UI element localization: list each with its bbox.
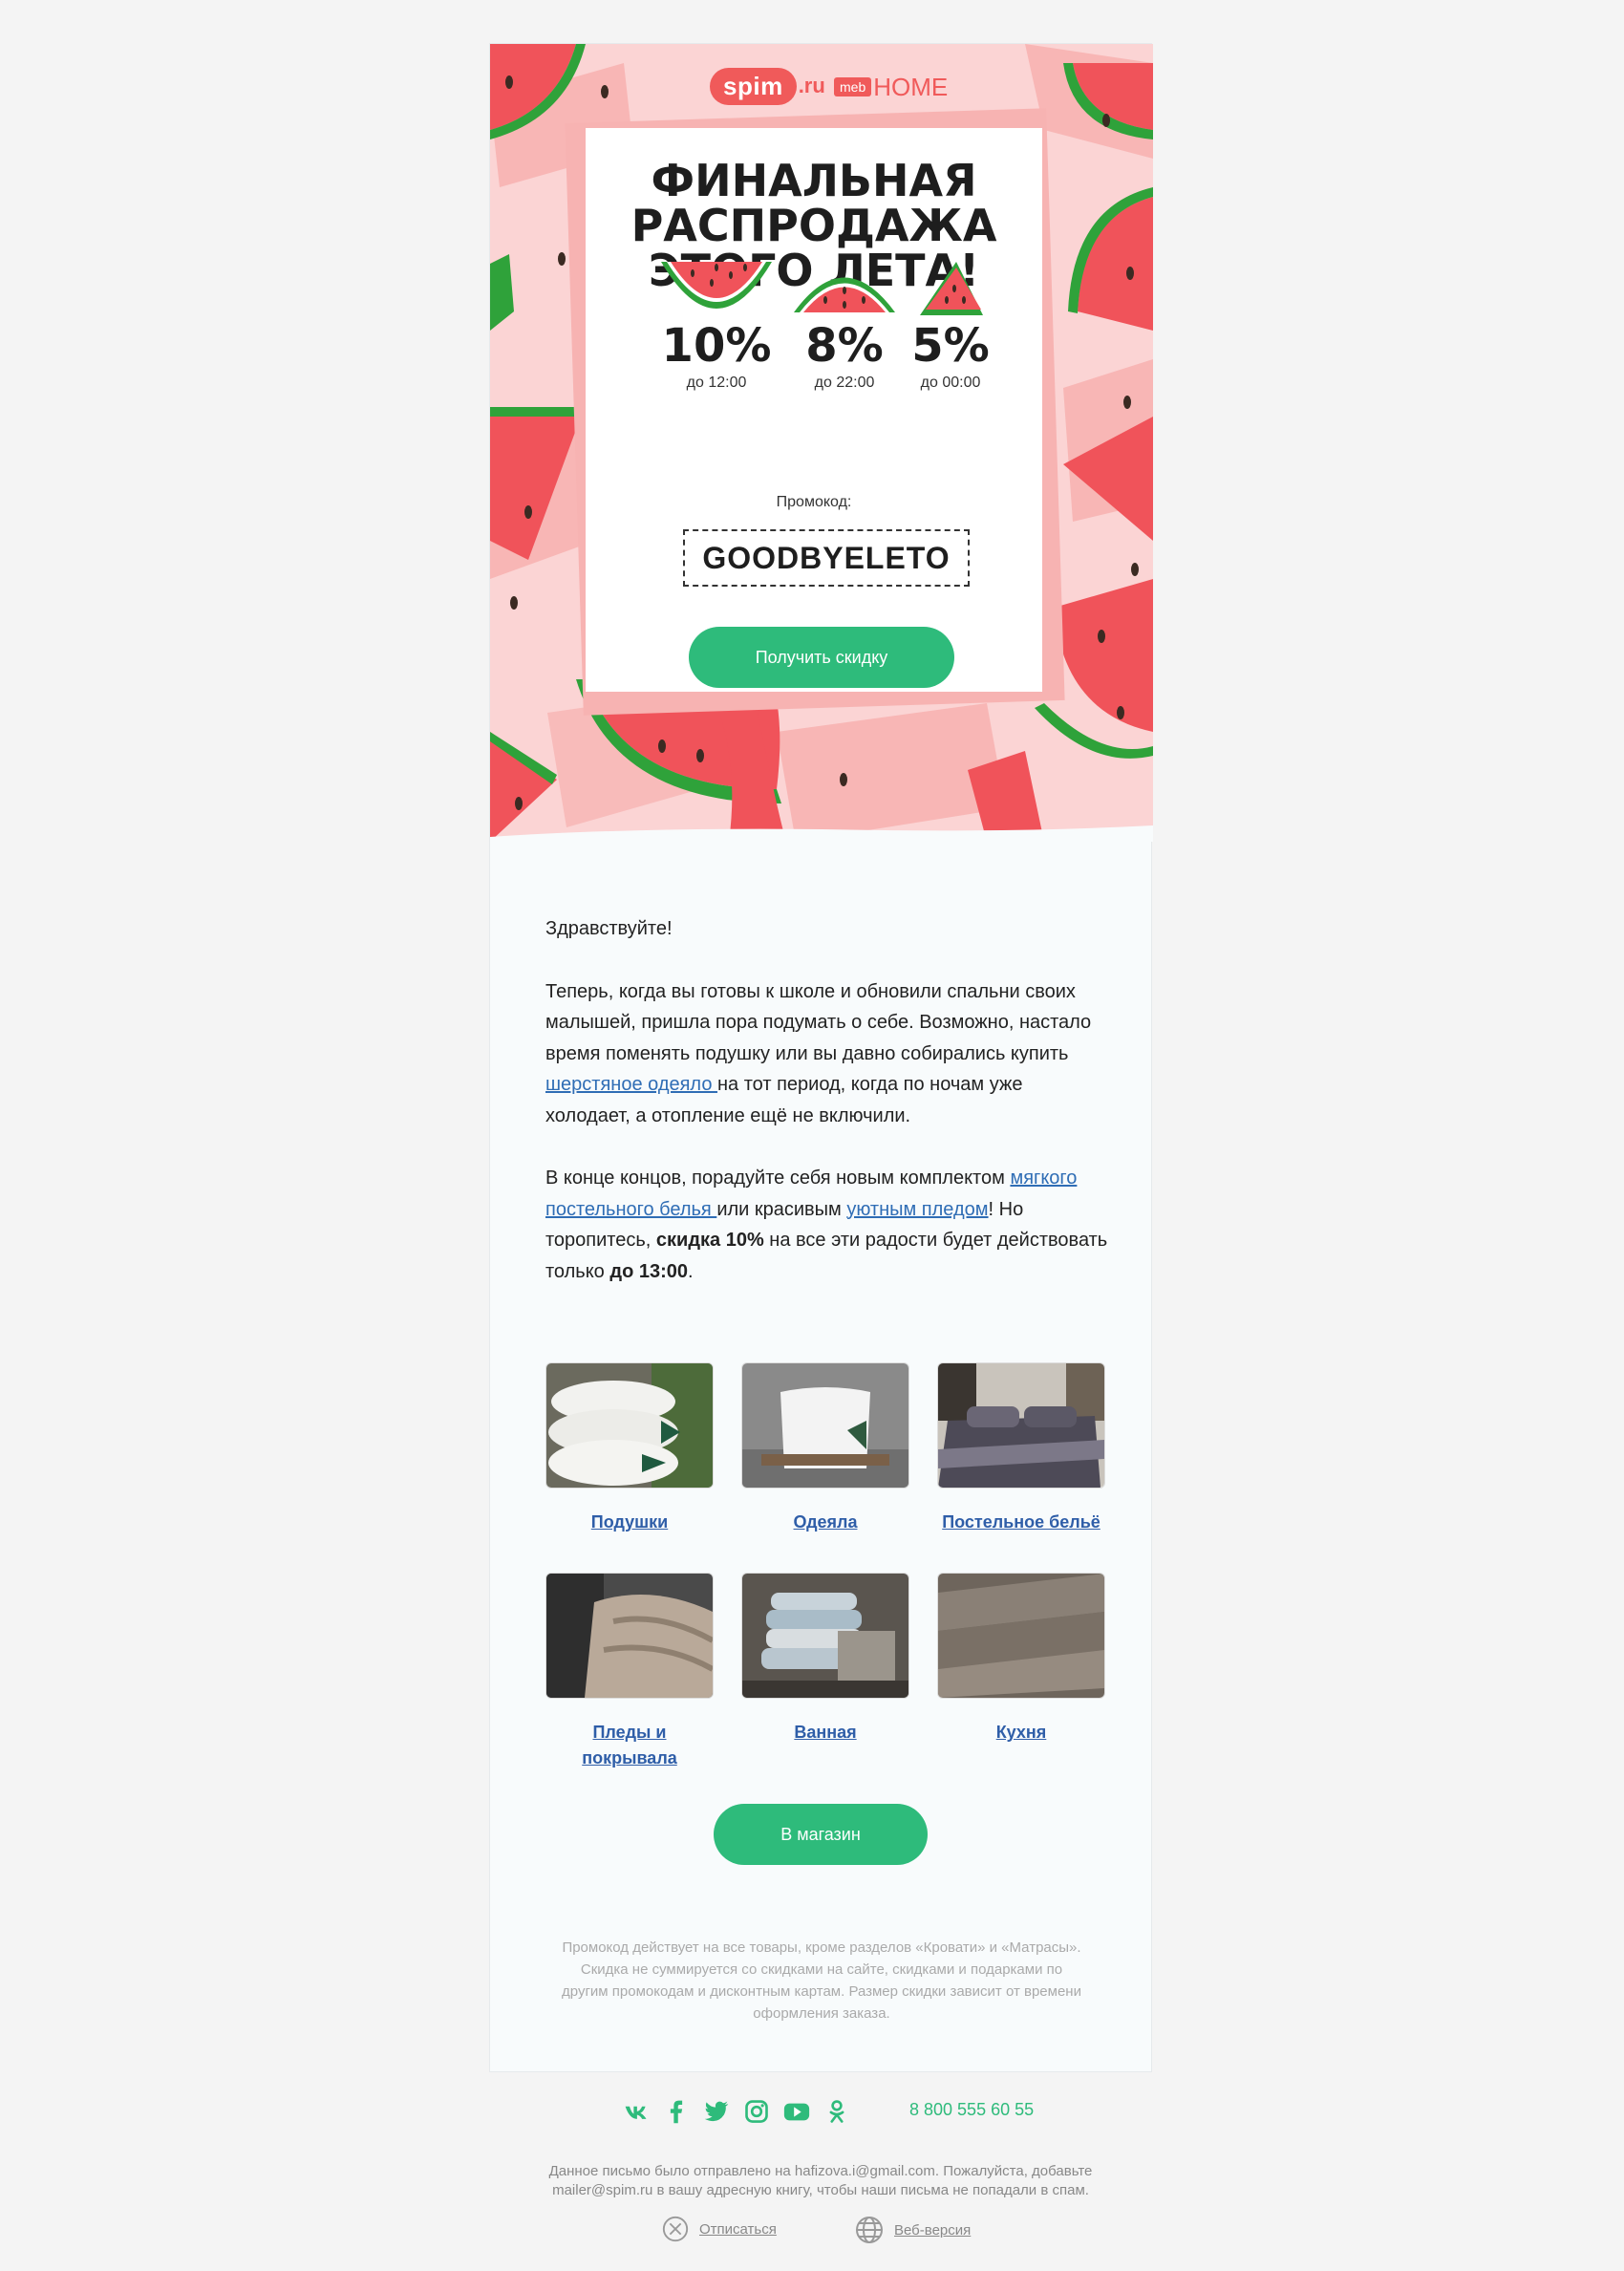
category-kitchen[interactable]: Кухня	[937, 1573, 1105, 1746]
discount-percent: 5%	[911, 319, 990, 373]
web-version-label: Веб-версия	[894, 2221, 972, 2239]
offer-card: ФИНАЛЬНАЯ РАСПРОДАЖА ЭТОГО ЛЕТА! 10% до …	[586, 128, 1042, 692]
discount-tier-3: 5% до 00:00	[907, 262, 994, 392]
discount-percent: 8%	[805, 319, 884, 373]
promo-disclaimer: Промокод действует на все товары, кроме …	[562, 1939, 1081, 2022]
youtube-icon[interactable]	[781, 2096, 812, 2127]
pillows-photo-icon[interactable]	[545, 1362, 714, 1489]
discount-deadline: до 00:00	[920, 375, 981, 391]
kitchen-textile-photo-icon[interactable]	[937, 1573, 1105, 1699]
spim-logo-main: spim	[710, 67, 797, 105]
cozy-throw-link[interactable]: уютным пледом	[846, 1199, 988, 1220]
spim-logo-suffix: .ru	[798, 74, 825, 97]
watermelon-slice-icon	[661, 262, 772, 309]
brand-logos: spim .ru meb HOME	[490, 65, 1153, 111]
category-label[interactable]: Ванная	[741, 1720, 909, 1746]
mebhome-logo-text: HOME	[873, 72, 949, 101]
discount-tier-1: 10% до 12:00	[654, 262, 779, 392]
category-label[interactable]: Подушки	[545, 1510, 714, 1535]
discount-percent: 10%	[661, 319, 772, 373]
category-label[interactable]: Пледы и покрывала	[545, 1720, 714, 1771]
category-bathroom[interactable]: Ванная	[741, 1573, 909, 1746]
promo-code[interactable]: GOODBYELETO	[683, 529, 970, 587]
text-span: или красивым	[716, 1198, 847, 1220]
discount-deadline: до 22:00	[814, 375, 875, 391]
notice-line: mailer@spim.ru в вашу адресную книгу, чт…	[552, 2182, 1089, 2198]
twitter-icon[interactable]	[701, 2096, 732, 2127]
discount-deadline: до 12:00	[686, 375, 747, 391]
hero-title-line: ФИНАЛЬНАЯ	[651, 155, 977, 206]
category-blankets[interactable]: Одеяла	[741, 1362, 909, 1535]
promo-label: Промокод:	[776, 494, 852, 510]
vk-icon[interactable]	[621, 2096, 652, 2127]
mebhome-logo-tag: meb	[834, 77, 872, 96]
text-span: .	[688, 1260, 694, 1282]
spim-logo[interactable]: spim .ru	[710, 65, 825, 107]
wool-blanket-link[interactable]: шерстяное одеяло	[545, 1074, 717, 1095]
text-span: В конце концов, порадуйте себя новым ком…	[545, 1168, 1011, 1189]
category-bedding[interactable]: Постельное бельё	[937, 1362, 1105, 1535]
email-body-text: Здравствуйте! Теперь, когда вы готовы к …	[545, 913, 1109, 1318]
globe-icon	[856, 2217, 883, 2243]
category-label[interactable]: Кухня	[937, 1720, 1105, 1746]
unsubscribe-link[interactable]: Отписаться	[661, 2215, 777, 2243]
watermelon-slice-icon	[920, 262, 983, 315]
greeting: Здравствуйте!	[545, 918, 673, 939]
discount-tier-2: 8% до 22:00	[792, 277, 897, 392]
email-container: spim .ru meb HOME ФИНАЛЬНАЯ РАСПРОДАЖА Э…	[489, 43, 1153, 2072]
category-label[interactable]: Постельное бельё	[937, 1510, 1105, 1535]
facebook-icon[interactable]	[661, 2096, 692, 2127]
text-span: Теперь, когда вы готовы к школе и обнови…	[545, 980, 1092, 1064]
instagram-icon[interactable]	[741, 2096, 772, 2127]
notice-line: Данное письмо было отправлено на hafizov…	[548, 2163, 1093, 2179]
watermelon-slice-icon	[794, 277, 895, 312]
blanket-photo-icon[interactable]	[741, 1362, 909, 1489]
hero-banner: spim .ru meb HOME ФИНАЛЬНАЯ РАСПРОДАЖА Э…	[490, 44, 1153, 842]
category-throws[interactable]: Пледы и покрывала	[545, 1573, 714, 1771]
throw-photo-icon[interactable]	[545, 1573, 714, 1699]
category-label[interactable]: Одеяла	[741, 1510, 909, 1535]
close-circle-icon	[662, 2216, 689, 2242]
go-to-shop-button[interactable]: В магазин	[714, 1804, 928, 1865]
unsubscribe-label: Отписаться	[699, 2220, 777, 2238]
body-paragraph-1: Теперь, когда вы готовы к школе и обнови…	[545, 976, 1109, 1132]
odnoklassniki-icon[interactable]	[822, 2096, 852, 2127]
mebhome-logo[interactable]: meb HOME	[834, 71, 948, 103]
phone-number[interactable]: 8 800 555 60 55	[909, 2100, 1034, 2120]
category-pillows[interactable]: Подушки	[545, 1362, 714, 1535]
social-links	[621, 2092, 852, 2131]
bold-deadline: до 13:00	[609, 1260, 688, 1282]
delivery-notice: Данное письмо было отправлено на hafizov…	[489, 2162, 1152, 2200]
towels-photo-icon[interactable]	[741, 1573, 909, 1699]
footer-links: Отписаться Веб-версия	[489, 2215, 1152, 2253]
get-discount-button[interactable]: Получить скидку	[689, 627, 954, 688]
bold-discount: скидка 10%	[655, 1230, 764, 1251]
hero-title-line: РАСПРОДАЖА	[630, 200, 997, 251]
body-paragraph-2: В конце концов, порадуйте себя новым ком…	[545, 1163, 1109, 1287]
bedding-photo-icon[interactable]	[937, 1362, 1105, 1489]
web-version-link[interactable]: Веб-версия	[854, 2215, 971, 2245]
